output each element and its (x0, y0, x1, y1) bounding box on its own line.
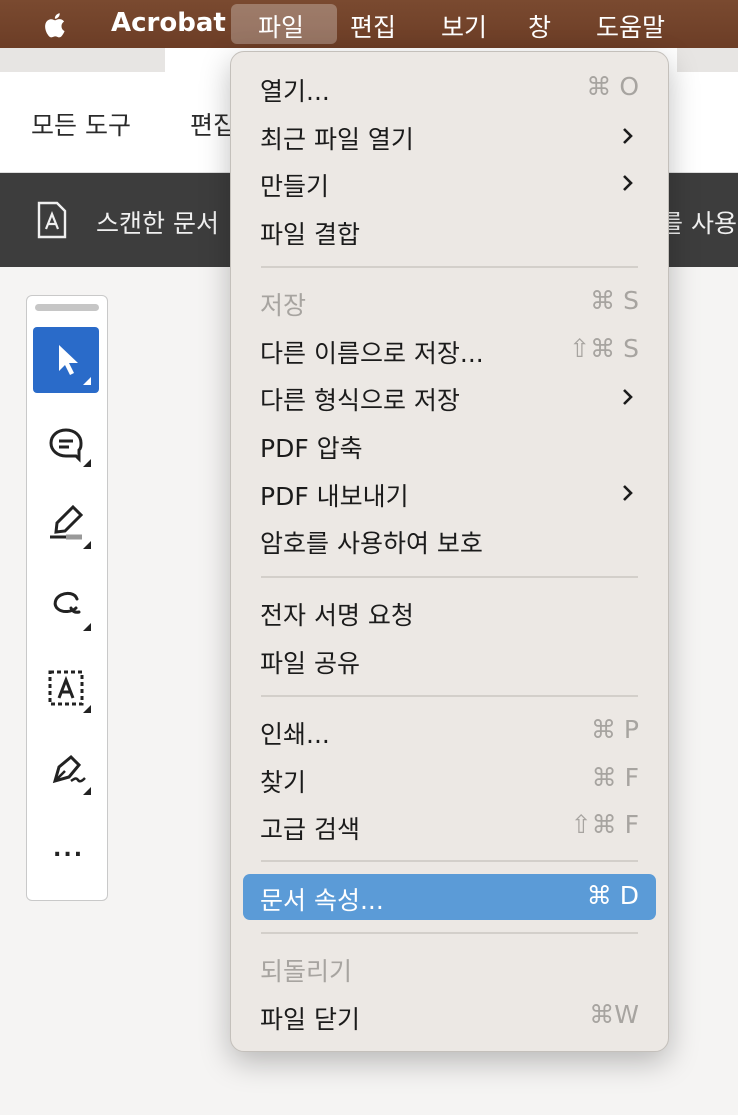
comment-icon (49, 428, 91, 467)
menu-item-shortcut: ⌘ D (586, 881, 639, 910)
chevron-right-icon (623, 128, 633, 144)
menu-window[interactable]: 창 (528, 8, 551, 44)
menu-edit[interactable]: 편집 (350, 8, 396, 44)
menu-item-label: 고급 검색 (260, 815, 360, 844)
menu-item-label: 다른 이름으로 저장... (260, 339, 484, 368)
menu-item-find[interactable]: 찾기 ⌘ F (243, 756, 656, 802)
menu-item-save-as-other[interactable]: 다른 형식으로 저장 (243, 374, 656, 420)
menu-item-request-esign[interactable]: 전자 서명 요청 (243, 589, 656, 635)
menu-item-label: 만들기 (260, 172, 330, 201)
chevron-right-icon (623, 389, 633, 405)
menu-item-export-pdf[interactable]: PDF 내보내기 (243, 470, 656, 516)
menu-help[interactable]: 도움말 (596, 8, 665, 44)
menu-item-compress-pdf[interactable]: PDF 압축 (243, 422, 656, 468)
menu-item-label: 파일 공유 (260, 649, 360, 678)
cursor-arrow-icon (59, 345, 91, 385)
menu-item-label: 저장 (260, 291, 307, 320)
menu-item-label: 인쇄... (260, 720, 330, 749)
more-tools-label: ... (53, 837, 85, 862)
menu-item-open[interactable]: 열기... ⌘ O (243, 65, 656, 111)
menu-item-shortcut: ⇧⌘ S (569, 334, 639, 363)
menu-item-close-file[interactable]: 파일 닫기 ⌘W (243, 993, 656, 1039)
menu-separator (261, 695, 638, 697)
menu-item-shortcut: ⇧⌘ F (570, 810, 639, 839)
menu-item-shortcut: ⌘ O (586, 72, 639, 101)
menu-item-label: 파일 결합 (260, 220, 360, 249)
highlighter-icon (50, 504, 91, 549)
menu-item-print[interactable]: 인쇄... ⌘ P (243, 708, 656, 754)
chevron-right-icon (623, 485, 633, 501)
text-box-icon (48, 670, 91, 713)
more-tools-button[interactable]: ... (33, 819, 99, 885)
file-menu-dropdown: 열기... ⌘ O 최근 파일 열기 만들기 파일 결합 저장 ⌘ S 다른 이… (230, 51, 669, 1052)
app-name-menu[interactable]: Acrobat (111, 8, 226, 38)
select-tool-button[interactable] (33, 327, 99, 393)
text-recognition-tool-button[interactable] (33, 655, 99, 721)
menu-item-save-as[interactable]: 다른 이름으로 저장... ⇧⌘ S (243, 327, 656, 373)
menu-bar: Acrobat 파일 편집 보기 창 도움말 (0, 0, 738, 48)
menu-file[interactable]: 파일 (258, 8, 304, 44)
menu-item-share-file[interactable]: 파일 공유 (243, 637, 656, 683)
sign-tool-button[interactable] (33, 737, 99, 803)
menu-separator (261, 576, 638, 578)
freehand-draw-icon (53, 591, 91, 631)
menu-item-label: 암호를 사용하여 보호 (260, 529, 483, 558)
scanned-document-icon (37, 201, 67, 239)
menu-item-protect-password[interactable]: 암호를 사용하여 보호 (243, 517, 656, 563)
comment-tool-button[interactable] (33, 409, 99, 475)
menu-item-label: 파일 닫기 (260, 1005, 360, 1034)
menu-item-label: PDF 압축 (260, 434, 363, 463)
highlight-tool-button[interactable] (33, 491, 99, 557)
menu-item-shortcut: ⌘ F (591, 763, 639, 792)
menu-item-revert: 되돌리기 (243, 945, 656, 991)
all-tools-button[interactable]: 모든 도구 (31, 106, 131, 142)
panel-drag-handle[interactable] (35, 304, 99, 311)
menu-item-open-recent[interactable]: 최근 파일 열기 (243, 113, 656, 159)
menu-item-create[interactable]: 만들기 (243, 160, 656, 206)
menu-item-combine-files[interactable]: 파일 결합 (243, 208, 656, 254)
menu-separator (261, 860, 638, 862)
menu-item-advanced-search[interactable]: 고급 검색 ⇧⌘ F (243, 803, 656, 849)
menu-view[interactable]: 보기 (441, 8, 487, 44)
banner-text-right: 를 사용하 (660, 209, 738, 238)
menu-item-label: 되돌리기 (260, 957, 353, 986)
fountain-pen-icon (52, 754, 91, 795)
menu-separator (261, 266, 638, 268)
banner-text: 스캔한 문서 (96, 209, 219, 238)
menu-item-label: 찾기 (260, 768, 307, 797)
draw-tool-button[interactable] (33, 573, 99, 639)
menu-item-shortcut: ⌘ P (590, 715, 639, 744)
menu-item-label: PDF 내보내기 (260, 482, 409, 511)
menu-item-label: 열기... (260, 77, 330, 106)
menu-item-label: 전자 서명 요청 (260, 601, 414, 630)
menu-item-shortcut: ⌘ S (590, 286, 639, 315)
apple-logo-icon[interactable] (38, 9, 72, 41)
menu-item-label: 문서 속성... (260, 886, 384, 915)
chevron-right-icon (623, 175, 633, 191)
menu-item-label: 최근 파일 열기 (260, 125, 414, 154)
menu-separator (261, 932, 638, 934)
quick-tools-panel: ... (26, 295, 108, 901)
menu-item-save: 저장 ⌘ S (243, 279, 656, 325)
menu-item-label: 다른 형식으로 저장 (260, 386, 460, 415)
menu-item-shortcut: ⌘W (589, 1000, 639, 1029)
menu-item-document-properties[interactable]: 문서 속성... ⌘ D (243, 874, 656, 920)
